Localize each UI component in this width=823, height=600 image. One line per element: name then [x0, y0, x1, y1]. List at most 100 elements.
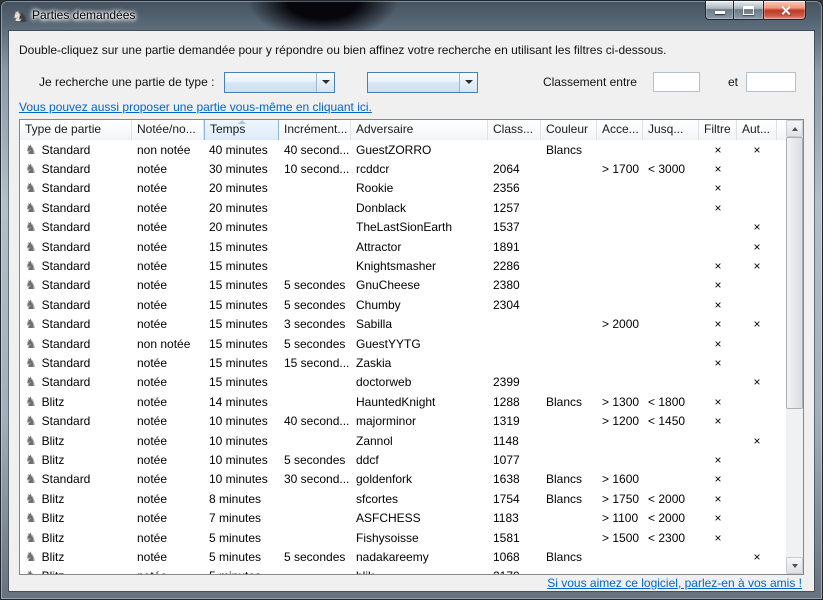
table-row[interactable]: ♞Standardnotée20 minutesRookie2356× [20, 179, 786, 198]
game-type-label: Blitz [42, 569, 65, 574]
rating-max-input[interactable] [746, 72, 796, 92]
cell-filter: × [699, 337, 737, 351]
game-variant-combobox-value [368, 73, 459, 92]
cell-opponent: Donblack [351, 201, 488, 215]
table-row[interactable]: ♞Standardnotée15 minutes3 secondesSabill… [20, 315, 786, 334]
cell-rated: notée [132, 550, 204, 564]
table-row[interactable]: ♞Standardnotée30 minutes10 second...rcdd… [20, 159, 786, 178]
cell-min-rating: > 1750 [597, 492, 643, 506]
cell-rating: 1183 [488, 511, 541, 525]
minimize-button[interactable] [705, 1, 734, 20]
cell-rated: notée [132, 240, 204, 254]
cell-filter: × [699, 531, 737, 545]
cell-rated: notée [132, 375, 204, 389]
column-header-time[interactable]: Temps [204, 120, 279, 140]
cell-rated: notée [132, 531, 204, 545]
table-row[interactable]: ♞Standardnon notée40 minutes40 second...… [20, 140, 786, 159]
column-header-filter[interactable]: Filtre [699, 120, 737, 140]
cell-filter: × [699, 356, 737, 370]
cell-opponent: ddcf [351, 453, 488, 467]
vertical-scrollbar[interactable] [786, 120, 803, 574]
column-header-max-rating[interactable]: Jusq... [643, 120, 699, 140]
table-row[interactable]: ♞Standardnotée15 minutes15 second...Zask… [20, 353, 786, 372]
table-row[interactable]: ♞Standardnotée15 minutesKnightsmasher228… [20, 256, 786, 275]
cell-rating: 2304 [488, 298, 541, 312]
scroll-down-button[interactable] [786, 557, 803, 574]
table-row[interactable]: ♞Blitznotée14 minutesHauntedKnight1288Bl… [20, 392, 786, 411]
combobox-dropdown-area[interactable] [459, 73, 477, 92]
scroll-up-button[interactable] [786, 120, 803, 137]
cell-max-rating: < 2300 [643, 531, 699, 545]
column-header-color[interactable]: Couleur [541, 120, 597, 140]
chess-piece-icon: ♞ [25, 162, 37, 176]
table-row[interactable]: ♞Blitznotée7 minutesASFCHESS1183> 1100< … [20, 508, 786, 527]
table-row[interactable]: ♞Standardnotée20 minutesDonblack1257× [20, 198, 786, 217]
table-row[interactable]: ♞Blitznotée5 minutes5 secondesnadakareem… [20, 547, 786, 566]
cell-opponent: TheLastSionEarth [351, 220, 488, 234]
table-row[interactable]: ♞Standardnotée10 minutes30 second...gold… [20, 470, 786, 489]
table-row[interactable]: ♞Standardnotée15 minutesAttractor1891× [20, 237, 786, 256]
column-header-filler [777, 120, 786, 140]
close-button[interactable] [763, 1, 806, 20]
table-row[interactable]: ♞Standardnotée15 minutesdoctorweb2399× [20, 373, 786, 392]
cell-rated: notée [132, 511, 204, 525]
scrollbar-thumb[interactable] [786, 137, 803, 409]
cell-time: 10 minutes [204, 414, 279, 428]
cell-opponent: Fishysoisse [351, 531, 488, 545]
cell-opponent: blik [351, 569, 488, 574]
table-row[interactable]: ♞Blitznotée5 minutesFishysoisse1581> 150… [20, 528, 786, 547]
cell-time: 5 minutes [204, 550, 279, 564]
cell-rated: notée [132, 278, 204, 292]
cell-rated: notée [132, 453, 204, 467]
cell-type: ♞Blitz [20, 453, 132, 467]
table-row[interactable]: ♞Standardnon notée15 minutes5 secondesGu… [20, 334, 786, 353]
cell-time: 15 minutes [204, 259, 279, 273]
chess-piece-icon: ♞ [25, 550, 37, 564]
cell-opponent: GuestYYTG [351, 337, 488, 351]
cell-increment: 40 second... [279, 143, 351, 157]
cell-time: 15 minutes [204, 375, 279, 389]
game-type-label: Blitz [42, 434, 65, 448]
column-header-type[interactable]: Type de partie [20, 120, 132, 140]
rating-min-input[interactable] [653, 72, 700, 92]
table-row[interactable]: ♞Standardnotée15 minutes5 secondesChumby… [20, 295, 786, 314]
table-row[interactable]: ♞Blitznotée5 minutesblik2170 [20, 567, 786, 574]
table-row[interactable]: ♞Standardnotée20 minutesTheLastSionEarth… [20, 218, 786, 237]
tell-friends-link[interactable]: Si vous aimez ce logiciel, parlez-en à v… [547, 576, 802, 590]
column-header-increment[interactable]: Incrément... [279, 120, 351, 140]
game-type-combobox[interactable] [224, 72, 335, 93]
cell-auto: × [737, 240, 777, 254]
propose-game-link[interactable]: Vous pouvez aussi proposer une partie vo… [19, 100, 372, 114]
cell-rating: 1257 [488, 201, 541, 215]
caption-buttons [705, 1, 806, 20]
cell-rated: notée [132, 492, 204, 506]
cell-time: 15 minutes [204, 356, 279, 370]
column-header-opponent[interactable]: Adversaire [351, 120, 488, 140]
cell-rated: notée [132, 162, 204, 176]
cell-type: ♞Blitz [20, 531, 132, 545]
table-row[interactable]: ♞Standardnotée10 minutes40 second...majo… [20, 411, 786, 430]
cell-time: 10 minutes [204, 453, 279, 467]
cell-rated: notée [132, 395, 204, 409]
cell-filter: × [699, 143, 737, 157]
table-header: Type de partieNotée/no...TempsIncrément.… [20, 120, 786, 140]
column-header-auto[interactable]: Aut... [737, 120, 777, 140]
cell-increment: 5 secondes [279, 453, 351, 467]
column-header-rated[interactable]: Notée/no... [132, 120, 204, 140]
column-header-min-rating[interactable]: Acce... [597, 120, 643, 140]
table-row[interactable]: ♞Standardnotée15 minutes5 secondesGnuChe… [20, 276, 786, 295]
game-type-label: Blitz [42, 511, 65, 525]
maximize-button[interactable] [734, 1, 763, 20]
table-row[interactable]: ♞Blitznotée10 minutesZannol1148× [20, 431, 786, 450]
table-row[interactable]: ♞Blitznotée8 minutessfcortes1754Blancs> … [20, 489, 786, 508]
cell-opponent: ASFCHESS [351, 511, 488, 525]
combobox-dropdown-area[interactable] [316, 73, 334, 92]
chess-piece-icon: ♞ [25, 317, 37, 331]
game-type-label: Standard [42, 240, 91, 254]
game-variant-combobox[interactable] [367, 72, 478, 93]
game-type-label: Blitz [42, 550, 65, 564]
table-row[interactable]: ♞Blitznotée10 minutes5 secondesddcf1077× [20, 450, 786, 469]
title-bar[interactable]: ♞ ♞ Parties demandées [1, 1, 822, 31]
column-header-rating[interactable]: Class... [488, 120, 541, 140]
cell-increment: 3 secondes [279, 317, 351, 331]
